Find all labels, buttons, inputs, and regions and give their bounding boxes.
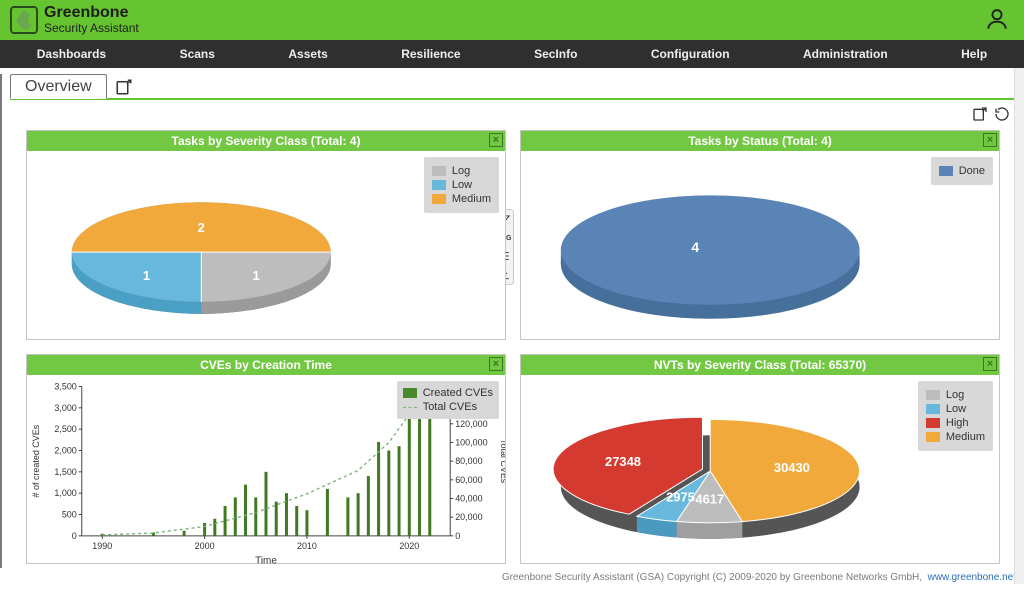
legend-low: Low [946,403,966,415]
legend-medium: Medium [452,193,491,205]
pie-label-high: 27348 [605,454,641,469]
svg-text:Time: Time [255,556,277,567]
pie-label-log: 4617 [695,492,724,507]
legend-created: Created CVEs [423,387,493,399]
pie-label-log: 1 [252,268,259,283]
new-tab-button[interactable] [115,78,133,96]
panel-header: CVEs by Creation Time × [27,355,505,375]
legend: Log Low High Medium [918,381,993,451]
brand-subtitle: Security Assistant [44,22,139,35]
panel-tasks-severity: Tasks by Severity Class (Total: 4) × [26,130,506,340]
user-icon[interactable] [984,6,1010,32]
close-icon[interactable]: × [489,133,503,147]
dashboard-grid: Tasks by Severity Class (Total: 4) × [10,130,1016,564]
svg-text:20,000: 20,000 [455,512,482,522]
svg-text:1,500: 1,500 [54,467,76,477]
panel-title: Tasks by Status (Total: 4) [688,134,832,148]
svg-text:# of created CVEs: # of created CVEs [31,424,41,497]
svg-text:3,500: 3,500 [54,381,76,391]
add-display-icon[interactable] [972,106,988,122]
nav-administration[interactable]: Administration [803,47,888,61]
nav-scans[interactable]: Scans [180,47,215,61]
scrollbar[interactable] [1014,68,1024,584]
panel-title: Tasks by Severity Class (Total: 4) [172,134,361,148]
legend-log: Log [946,389,964,401]
legend-log: Log [452,165,470,177]
app-banner: Greenbone Security Assistant [0,0,1024,40]
main-nav: Dashboards Scans Assets Resilience SecIn… [0,40,1024,68]
svg-text:500: 500 [62,509,77,519]
svg-text:2,000: 2,000 [54,445,76,455]
nav-assets[interactable]: Assets [288,47,327,61]
svg-text:Total CVEs: Total CVEs [499,439,505,484]
legend-high: High [946,417,969,429]
tab-overview[interactable]: Overview [10,74,107,99]
svg-text:1990: 1990 [92,541,112,551]
svg-text:0: 0 [455,531,460,541]
legend: Log Low Medium [424,157,499,213]
svg-text:0: 0 [72,531,77,541]
svg-text:60,000: 60,000 [455,475,482,485]
panel-header: NVTs by Severity Class (Total: 65370) × [521,355,999,375]
panel-header: Tasks by Status (Total: 4) × [521,131,999,151]
panel-title: CVEs by Creation Time [200,358,332,372]
dashboard-toolbar [10,106,1010,126]
nav-secinfo[interactable]: SecInfo [534,47,577,61]
nav-help[interactable]: Help [961,47,987,61]
close-icon[interactable]: × [983,357,997,371]
legend-done: Done [959,165,985,177]
legend: Created CVEs Total CVEs [397,381,499,419]
svg-text:2010: 2010 [297,541,317,551]
pie-label-medium: 30430 [774,460,810,475]
svg-text:80,000: 80,000 [455,456,482,466]
refresh-icon[interactable] [994,106,1010,122]
logo-icon [10,6,38,34]
pie-label-done: 4 [691,239,699,255]
legend-total: Total CVEs [423,401,477,413]
svg-text:2020: 2020 [399,541,419,551]
panel-tasks-status: Tasks by Status (Total: 4) × 4 Done [520,130,1000,340]
panel-title: NVTs by Severity Class (Total: 65370) [654,358,866,372]
svg-text:2000: 2000 [195,541,215,551]
svg-text:1,000: 1,000 [54,488,76,498]
nav-configuration[interactable]: Configuration [651,47,730,61]
nav-dashboards[interactable]: Dashboards [37,47,106,61]
pie-label-low: 1 [143,268,150,283]
svg-text:3,000: 3,000 [54,403,76,413]
panel-header: Tasks by Severity Class (Total: 4) × [27,131,505,151]
footer-text: Greenbone Security Assistant (GSA) Copyr… [502,572,922,583]
panel-cve-creation: CVEs by Creation Time × 0 500 1,000 1,500 2,… [26,354,506,564]
footer: Greenbone Security Assistant (GSA) Copyr… [0,568,1024,585]
legend-medium: Medium [946,431,985,443]
svg-text:100,000: 100,000 [455,437,487,447]
pie-label-low: 2975 [666,490,695,505]
brand-name: Greenbone [44,5,139,22]
svg-text:40,000: 40,000 [455,493,482,503]
close-icon[interactable]: × [983,133,997,147]
svg-text:120,000: 120,000 [455,419,487,429]
pie-label-medium: 2 [198,220,205,235]
close-icon[interactable]: × [489,357,503,371]
panel-nvt-severity: NVTs by Severity Class (Total: 65370) × … [520,354,1000,564]
dashboard-tabs: Overview [10,74,1016,100]
legend-low: Low [452,179,472,191]
legend: Done [931,157,993,185]
app-logo[interactable]: Greenbone Security Assistant [10,5,139,34]
svg-text:2,500: 2,500 [54,424,76,434]
footer-link[interactable]: www.greenbone.net [928,572,1016,583]
nav-resilience[interactable]: Resilience [401,47,460,61]
